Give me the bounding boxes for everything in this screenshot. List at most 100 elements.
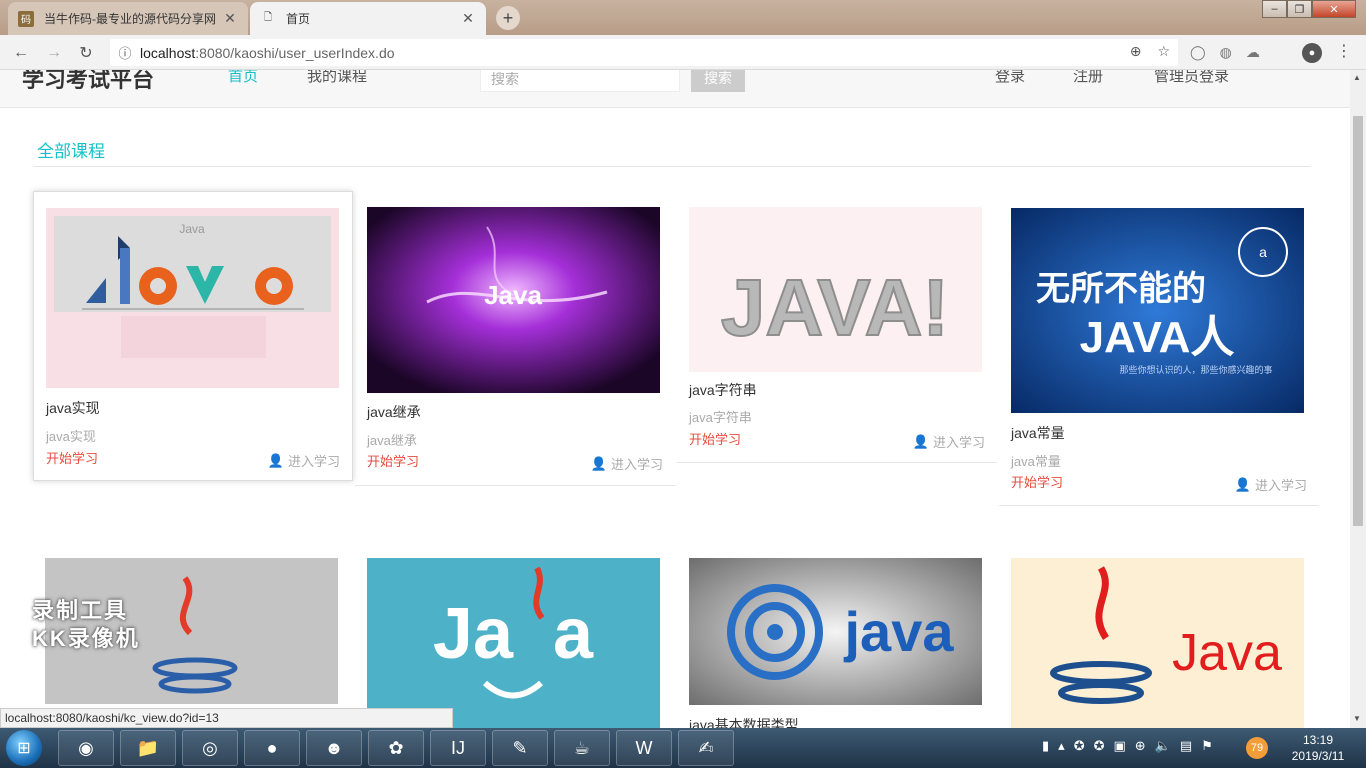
course-thumbnail[interactable]: Java [367, 207, 660, 393]
info-icon[interactable]: ⓘ [110, 43, 140, 62]
course-thumbnail[interactable]: a 无所不能的 JAVA人 那些你想认识的人，那些你感兴趣的事 [1011, 208, 1304, 413]
network-icon[interactable]: ▣ [1114, 738, 1126, 754]
clock-date: 2019/3/11 [1291, 749, 1345, 763]
taskbar-green-app-icon[interactable]: ● [244, 730, 300, 766]
nav-register[interactable]: 注册 [1073, 70, 1103, 86]
course-thumbnail[interactable]: Java [1011, 558, 1304, 728]
reload-icon[interactable]: ↻ [75, 42, 97, 64]
taskbar-navicat-icon[interactable]: ☻ [306, 730, 362, 766]
nav-my-courses[interactable]: 我的课程 [307, 70, 367, 86]
battery-icon[interactable]: ▮ [1042, 738, 1049, 754]
scroll-up-icon[interactable]: ▲ [1353, 73, 1361, 82]
start-learning-link[interactable]: 开始学习 [367, 451, 419, 470]
system-tray: ▮ ▴ ✪ ✪ ▣ ⊕ 🔈 ▤ ⚑ [1042, 738, 1213, 754]
enter-learning-link[interactable]: 👤 进入学习 [591, 454, 663, 473]
thumb-text: 无所不能的 [1036, 269, 1206, 309]
course-thumbnail[interactable]: java [689, 558, 982, 705]
address-bar[interactable]: ⓘ localhost:8080/kaoshi/user_userIndex.d… [110, 39, 1178, 66]
course-name[interactable]: java继承 [367, 402, 421, 422]
course-card[interactable]: Ja a [355, 542, 675, 728]
extension-circle-icon[interactable]: ◯ [1190, 44, 1206, 61]
tray-flag-icon[interactable]: ⚑ [1201, 738, 1213, 754]
start-button[interactable]: ⊞ [6, 730, 42, 766]
java-triangles-image: Java [46, 208, 339, 388]
menu-dots-icon[interactable]: ⋮ [1336, 41, 1352, 61]
search-input[interactable]: 搜索 [480, 70, 680, 92]
nav-home[interactable]: 首页 [228, 70, 258, 86]
site-logo[interactable]: 学习考试平台 [22, 70, 154, 94]
close-icon[interactable]: ✕ [222, 10, 238, 27]
taskbar: ⊞ ◉ 📁 ◎ ● ☻ ✿ IJ ✎ ☕ W ✍ ▮ ▴ ✪ ✪ ▣ ⊕ 🔈 ▤… [0, 728, 1366, 768]
forward-arrow-icon[interactable]: → [43, 42, 65, 64]
browser-tab-active[interactable]: 🗋 首页 ✕ [250, 2, 486, 35]
course-name[interactable]: java字符串 [689, 380, 757, 400]
extension-sync-icon[interactable]: ◍ [1220, 44, 1232, 61]
volume-icon[interactable]: 🔈 [1155, 738, 1171, 754]
notification-badge[interactable]: 79 [1246, 737, 1268, 759]
course-thumbnail[interactable]: Java [46, 208, 339, 388]
course-card[interactable]: java java基本数据类型 [677, 542, 997, 728]
minimize-button[interactable]: – [1262, 0, 1287, 18]
profile-avatar-icon[interactable]: ● [1302, 43, 1322, 63]
course-thumbnail[interactable]: Ja a [367, 558, 660, 728]
recorder-watermark: 录制工具 KK录像机 [32, 597, 140, 653]
course-card[interactable]: a 无所不能的 JAVA人 那些你想认识的人，那些你感兴趣的事 java常量 j… [999, 191, 1319, 511]
start-learning-link[interactable]: 开始学习 [1011, 472, 1063, 491]
course-name[interactable]: java常量 [1011, 423, 1065, 443]
scroll-down-icon[interactable]: ▼ [1353, 714, 1361, 723]
tray-star-icon[interactable]: ✪ [1074, 738, 1085, 754]
tray-expand-icon[interactable]: ▴ [1058, 738, 1065, 754]
thumb-text: Java [484, 280, 542, 310]
course-card[interactable]: JAVA! java字符串 java字符串 开始学习 👤 进入学习 [677, 191, 997, 471]
close-icon[interactable]: ✕ [460, 10, 476, 27]
clock[interactable]: 13:19 2019/3/11 [1282, 732, 1354, 764]
course-desc: java继承 [367, 433, 417, 448]
taskbar-tools-icon[interactable]: ✎ [492, 730, 548, 766]
course-card[interactable]: Java java实现 java实现 开始学习 👤 进入学习 [33, 191, 353, 481]
zoom-icon[interactable]: ⊕ [1130, 43, 1142, 60]
bookmark-star-icon[interactable]: ☆ [1157, 43, 1170, 60]
new-tab-button[interactable]: + [496, 6, 520, 30]
enter-learning-link[interactable]: 👤 进入学习 [1235, 475, 1307, 494]
scrollbar-thumb[interactable] [1353, 116, 1363, 526]
extension-cloud-icon[interactable]: ☁ [1246, 44, 1260, 61]
nav-login[interactable]: 登录 [995, 70, 1025, 86]
thumb-text: java [844, 600, 955, 663]
scrollbar[interactable]: ▲ ▼ [1350, 70, 1366, 728]
tray-plus-icon[interactable]: ⊕ [1135, 738, 1146, 754]
status-url: localhost:8080/kaoshi/kc_view.do?id=13 [0, 708, 453, 728]
enter-learning-link[interactable]: 👤 进入学习 [913, 432, 985, 451]
thumb-subtext: 那些你想认识的人，那些你感兴趣的事 [1119, 364, 1272, 376]
course-thumbnail[interactable]: JAVA! [689, 207, 982, 372]
course-name[interactable]: java基本数据类型 [689, 715, 799, 728]
browser-tab-inactive[interactable]: 码 当牛作码-最专业的源代码分享网 ✕ [8, 2, 248, 35]
tray-device-icon[interactable]: ▤ [1180, 738, 1192, 754]
taskbar-chrome-icon[interactable]: ◎ [182, 730, 238, 766]
nav-admin-login[interactable]: 管理员登录 [1154, 70, 1229, 86]
enter-learning-label: 进入学习 [287, 454, 340, 469]
tray-star2-icon[interactable]: ✪ [1094, 738, 1105, 754]
course-card[interactable]: Java java继承 java继承 开始学习 👤 进入学习 [355, 191, 675, 491]
window-close-button[interactable]: ✕ [1312, 0, 1356, 18]
course-card[interactable]: Java [999, 542, 1319, 728]
back-arrow-icon[interactable]: ← [10, 42, 32, 64]
taskbar-explorer-icon[interactable]: 📁 [120, 730, 176, 766]
taskbar-javaee-ide-icon[interactable]: ☕ [554, 730, 610, 766]
taskbar-intellij-icon[interactable]: IJ [430, 730, 486, 766]
taskbar-notepad-icon[interactable]: ✍ [678, 730, 734, 766]
course-name[interactable]: java实现 [46, 398, 100, 418]
course-desc: java常量 [1011, 454, 1061, 469]
search-button[interactable]: 搜索 [691, 70, 745, 92]
java-purple-image: Java [367, 207, 660, 393]
thumb-text: JAVA人 [1080, 313, 1235, 362]
taskbar-baidu-icon[interactable]: ✿ [368, 730, 424, 766]
thumb-text: Java [1172, 624, 1282, 682]
user-icon: 👤 [590, 455, 607, 471]
taskbar-wps-icon[interactable]: W [616, 730, 672, 766]
taskbar-app-recorder-icon[interactable]: ◉ [58, 730, 114, 766]
start-learning-link[interactable]: 开始学习 [46, 448, 98, 467]
maximize-button[interactable]: ❐ [1287, 0, 1312, 18]
enter-learning-link[interactable]: 👤 进入学习 [268, 451, 340, 470]
divider [33, 166, 1311, 167]
start-learning-link[interactable]: 开始学习 [689, 429, 741, 448]
